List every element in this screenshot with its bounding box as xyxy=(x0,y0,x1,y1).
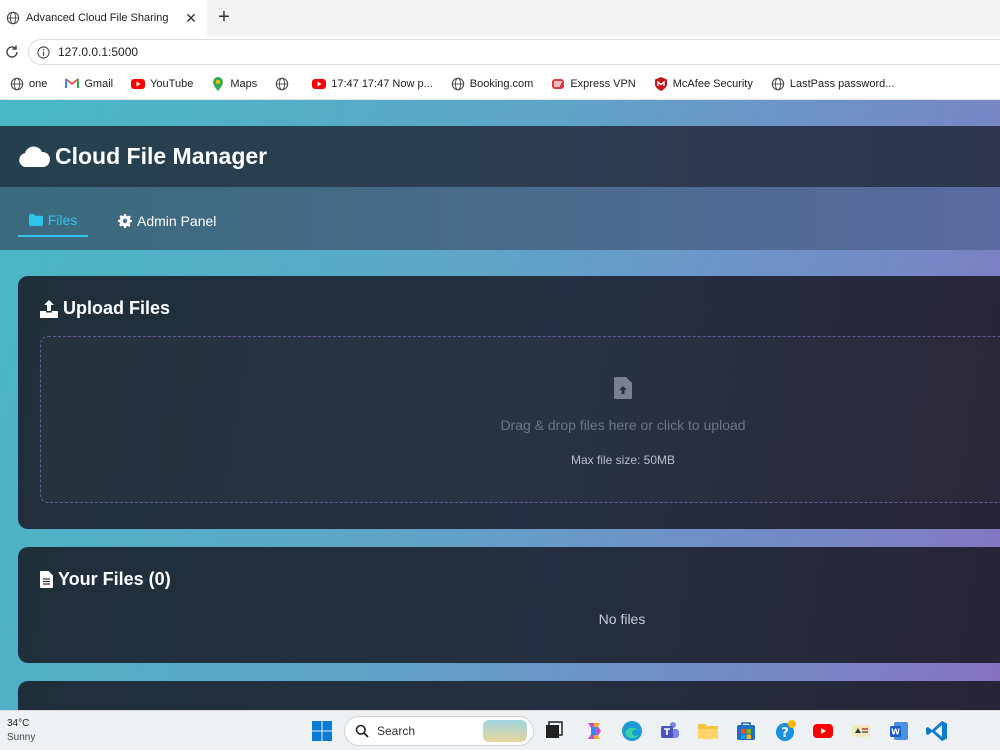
search-highlight-image xyxy=(483,720,527,742)
bookmark-youtube[interactable]: YouTube xyxy=(131,77,193,91)
svg-text:?: ? xyxy=(781,726,789,741)
svg-text:W: W xyxy=(891,728,900,737)
max-file-size: Max file size: 50MB xyxy=(570,453,676,467)
file-dropzone[interactable]: Drag & drop files here or click to uploa… xyxy=(40,336,1000,503)
gmail-icon xyxy=(65,77,80,91)
copilot-icon[interactable] xyxy=(582,719,606,743)
youtube-app-icon[interactable] xyxy=(811,719,835,743)
taskbar: 34°C Sunny Search ? W xyxy=(0,710,1000,750)
new-tab-button[interactable]: + xyxy=(212,6,236,30)
tab-admin-panel[interactable]: Admin Panel xyxy=(118,205,216,237)
files-heading: Your Files (0) xyxy=(40,569,171,590)
news-app-icon[interactable] xyxy=(849,719,873,743)
youtube-icon xyxy=(312,77,327,91)
tab-files-label: Files xyxy=(47,212,78,228)
globe-icon xyxy=(451,77,465,91)
youtube-icon xyxy=(131,77,146,91)
upload-heading: Upload Files xyxy=(40,298,170,319)
expressvpn-icon xyxy=(551,77,565,91)
maps-icon xyxy=(211,76,225,91)
bookmarks-bar: one Gmail YouTube Maps 17:47 17:47 Now p… xyxy=(0,68,1000,100)
bookmark-label: McAfee Security xyxy=(672,77,753,90)
main-nav: Files Admin Panel xyxy=(0,187,1000,250)
search-label: Search xyxy=(377,724,416,738)
file-upload-icon xyxy=(614,377,632,399)
site-info-icon[interactable] xyxy=(37,45,50,59)
next-card xyxy=(18,681,1000,710)
cloud-icon xyxy=(19,145,50,167)
bookmark-youtube-video[interactable]: 17:47 17:47 Now p... xyxy=(312,77,433,91)
microsoft-store-icon[interactable] xyxy=(734,719,758,743)
upload-card: Upload Files Drag & drop files here or c… xyxy=(18,276,1000,529)
mcafee-icon xyxy=(654,76,668,91)
taskbar-search[interactable]: Search xyxy=(344,716,534,746)
weather-widget[interactable]: 34°C Sunny xyxy=(7,717,35,745)
dropzone-text: Drag & drop files here or click to uploa… xyxy=(500,417,746,433)
files-card: Your Files (0) No files xyxy=(18,547,1000,663)
globe-icon xyxy=(275,77,289,91)
help-icon[interactable]: ? xyxy=(773,719,797,743)
upload-icon xyxy=(40,299,58,318)
upload-title: Upload Files xyxy=(63,298,171,318)
tab-files[interactable]: Files xyxy=(18,205,88,237)
app-page: Cloud File Manager Files Admin Panel Upl… xyxy=(0,100,1000,710)
bookmark-label: 17:47 17:47 Now p... xyxy=(331,77,433,90)
reload-icon[interactable] xyxy=(4,44,20,60)
bookmark-mcafee[interactable]: McAfee Security xyxy=(654,76,753,91)
bookmark-label: Maps xyxy=(230,77,258,90)
url-text: 127.0.0.1:5000 xyxy=(58,45,139,59)
teams-icon[interactable] xyxy=(658,719,682,743)
windows-start-icon[interactable] xyxy=(310,719,334,743)
bookmark-maps[interactable]: Maps xyxy=(211,76,258,91)
globe-icon xyxy=(6,11,20,25)
weather-condition: Sunny xyxy=(7,732,36,743)
bookmark-label: one xyxy=(29,77,48,90)
word-icon[interactable]: W xyxy=(887,719,911,743)
document-icon xyxy=(40,571,53,588)
file-explorer-icon[interactable] xyxy=(696,719,720,743)
tab-admin-label: Admin Panel xyxy=(137,213,217,229)
task-view-icon[interactable] xyxy=(542,719,566,743)
browser-tab-strip: Advanced Cloud File Sharing ✕ + xyxy=(0,0,1000,36)
bookmark-globe[interactable] xyxy=(275,77,294,91)
bookmark-booking[interactable]: Booking.com xyxy=(451,77,534,91)
tab-title: Advanced Cloud File Sharing xyxy=(26,12,169,24)
empty-files-message: No files xyxy=(598,611,646,627)
folder-icon xyxy=(28,214,43,226)
files-title: Your Files (0) xyxy=(58,569,171,589)
close-tab-icon[interactable]: ✕ xyxy=(181,10,201,27)
gear-icon xyxy=(118,214,132,228)
bookmark-one[interactable]: one xyxy=(10,77,47,91)
app-title: Cloud File Manager xyxy=(55,143,268,169)
app-header: Cloud File Manager xyxy=(0,126,1000,187)
search-icon xyxy=(355,724,369,738)
globe-icon xyxy=(771,77,785,91)
url-input[interactable]: 127.0.0.1:5000 xyxy=(28,39,1000,65)
weather-temp: 34°C xyxy=(7,718,30,729)
edge-icon[interactable] xyxy=(620,719,644,743)
bookmark-expressvpn[interactable]: Express VPN xyxy=(551,77,636,91)
globe-icon xyxy=(10,77,24,91)
browser-tab[interactable]: Advanced Cloud File Sharing ✕ xyxy=(0,0,207,36)
bookmark-gmail[interactable]: Gmail xyxy=(65,77,113,91)
bookmark-label: Express VPN xyxy=(570,77,636,90)
bookmark-label: Booking.com xyxy=(469,77,534,90)
bookmark-label: LastPass password... xyxy=(789,77,895,90)
vscode-icon[interactable] xyxy=(925,719,949,743)
bookmark-label: YouTube xyxy=(150,77,194,90)
bookmark-lastpass[interactable]: LastPass password... xyxy=(771,77,895,91)
address-bar: 127.0.0.1:5000 xyxy=(0,36,1000,68)
bookmark-label: Gmail xyxy=(84,77,114,90)
